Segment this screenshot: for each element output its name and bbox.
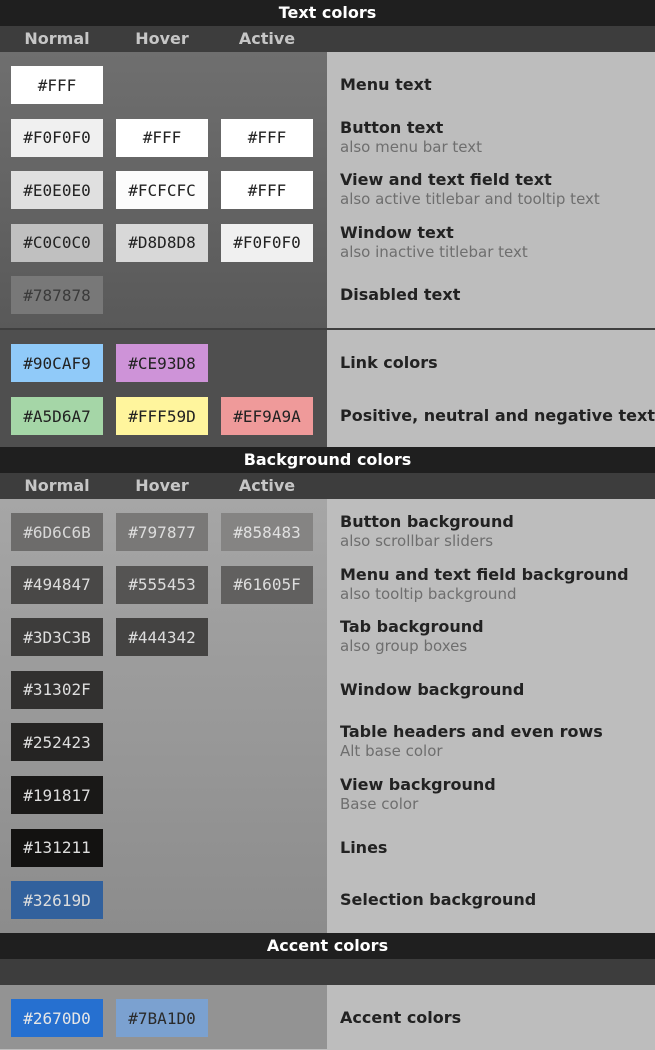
column-active: Active bbox=[238, 476, 296, 495]
color-swatch: #3D3C3B bbox=[11, 618, 103, 657]
row-label: View background Base color bbox=[340, 775, 496, 813]
row-label: Positive, neutral and negative text bbox=[340, 406, 655, 425]
color-swatch: #90CAF9 bbox=[11, 344, 103, 382]
color-swatch: #32619D bbox=[11, 881, 103, 920]
accent-colors-title: Accent colors bbox=[0, 933, 655, 959]
link-swatch-panel: #90CAF9 #CE93D8 #A5D6A7 #FFF59D #EF9A9A bbox=[0, 330, 327, 447]
row-label-title: Window background bbox=[340, 679, 525, 699]
color-swatch: #F0F0F0 bbox=[221, 223, 313, 262]
row-label: Table headers and even rows Alt base colo… bbox=[340, 722, 603, 760]
row-label-title: Table headers and even rows bbox=[340, 722, 603, 742]
text-colors-title: Text colors bbox=[0, 0, 655, 26]
row-label: Menu text bbox=[340, 75, 432, 94]
row-label-title: Menu and text field background bbox=[340, 564, 629, 584]
row-label: Selection background bbox=[340, 890, 536, 909]
row-label-subtitle: also tooltip background bbox=[340, 584, 517, 603]
row-label-subtitle: also group boxes bbox=[340, 637, 468, 656]
accent-colors-column-header bbox=[0, 959, 655, 985]
row-label-title: Selection background bbox=[340, 890, 537, 910]
text-label-panel: Menu text Button text also menu bar text Vi… bbox=[327, 52, 655, 328]
row-label-title: View and text field text bbox=[340, 170, 552, 189]
color-swatch: #FFF bbox=[11, 66, 103, 104]
row-label: Accent colors bbox=[340, 1008, 461, 1027]
color-swatch: #E0E0E0 bbox=[11, 171, 103, 209]
text-colors-block: #FFF #F0F0F0 #FFF #FFF #E0E0E0 #FCFCFC #FFF #C0… bbox=[0, 52, 655, 328]
row-label-title: Button text bbox=[340, 117, 444, 137]
color-swatch: #FFF bbox=[221, 118, 313, 157]
row-label-title: Positive, neutral and negative text bbox=[340, 406, 655, 425]
color-swatch: #A5D6A7 bbox=[11, 397, 103, 435]
row-label-title: Button background bbox=[340, 512, 514, 531]
accent-swatch-panel: #2670D0 #7BA1D0 bbox=[0, 985, 327, 1049]
background-swatch-panel: #6D6C6B #797877 #858483 #494847 #555453 #6160… bbox=[0, 499, 327, 933]
color-swatch: #555453 bbox=[116, 565, 208, 604]
row-label: Window background bbox=[340, 680, 524, 699]
row-label-title: Disabled text bbox=[340, 285, 461, 304]
text-colors-column-header: Normal Hover Active bbox=[0, 26, 655, 52]
background-colors-title: Background colors bbox=[0, 447, 655, 473]
color-swatch: #F0F0F0 bbox=[11, 118, 103, 157]
color-swatch: #D8D8D8 bbox=[116, 223, 208, 262]
row-label-subtitle: also active titlebar and tooltip text bbox=[340, 190, 600, 208]
color-swatch: #61605F bbox=[221, 565, 313, 604]
color-swatch: #FFF bbox=[221, 171, 313, 209]
row-label-subtitle: Alt base color bbox=[340, 742, 443, 761]
row-label-title: Tab background bbox=[340, 617, 484, 637]
color-swatch: #787878 bbox=[11, 276, 103, 314]
color-swatch: #CE93D8 bbox=[116, 344, 208, 382]
row-label-subtitle: Base color bbox=[340, 795, 419, 813]
row-label: Button background also scrollbar sliders bbox=[340, 512, 514, 550]
color-swatch: #797877 bbox=[116, 513, 208, 551]
color-swatch: #FCFCFC bbox=[116, 171, 208, 209]
color-swatch: #252423 bbox=[11, 723, 103, 762]
row-label: Window text also inactive titlebar text bbox=[340, 223, 528, 261]
column-normal: Normal bbox=[24, 476, 90, 495]
accent-label-panel: Accent colors bbox=[327, 985, 655, 1049]
background-colors-block: #6D6C6B #797877 #858483 #494847 #555453 #6160… bbox=[0, 499, 655, 933]
color-swatch: #FFF59D bbox=[116, 397, 208, 435]
row-label: Menu and text field background also toolt… bbox=[340, 565, 629, 603]
row-label: Lines bbox=[340, 838, 387, 857]
color-swatch: #858483 bbox=[221, 513, 313, 551]
color-swatch: #131211 bbox=[11, 828, 103, 867]
row-label-subtitle: also menu bar text bbox=[340, 137, 482, 156]
row-label-title: Lines bbox=[340, 837, 388, 857]
row-label-subtitle: also inactive titlebar text bbox=[340, 242, 528, 261]
column-hover: Hover bbox=[135, 476, 189, 495]
color-swatch: #EF9A9A bbox=[221, 397, 313, 435]
row-label: Tab background also group boxes bbox=[340, 617, 484, 655]
background-colors-column-header: Normal Hover Active bbox=[0, 473, 655, 499]
color-swatch: #7BA1D0 bbox=[116, 999, 208, 1037]
background-label-panel: Button background also scrollbar sliders M… bbox=[327, 499, 655, 933]
accent-colors-block: #2670D0 #7BA1D0 Accent colors bbox=[0, 985, 655, 1049]
color-swatch: #6D6C6B bbox=[11, 513, 103, 551]
row-label: Link colors bbox=[340, 353, 438, 372]
link-label-panel: Link colors Positive, neutral and negativ… bbox=[327, 330, 655, 447]
column-normal: Normal bbox=[24, 29, 90, 48]
column-active: Active bbox=[238, 29, 296, 48]
row-label-title: Accent colors bbox=[340, 1008, 462, 1027]
link-colors-block: #90CAF9 #CE93D8 #A5D6A7 #FFF59D #EF9A9A Link… bbox=[0, 330, 655, 447]
color-swatch: #444342 bbox=[116, 618, 208, 657]
color-swatch: #191817 bbox=[11, 776, 103, 814]
color-swatch: #2670D0 bbox=[11, 999, 103, 1037]
text-swatch-panel: #FFF #F0F0F0 #FFF #FFF #E0E0E0 #FCFCFC #FFF #C0… bbox=[0, 52, 327, 328]
color-swatch: #31302F bbox=[11, 670, 103, 709]
row-label-title: Menu text bbox=[340, 75, 432, 94]
row-label-title: View background bbox=[340, 775, 496, 794]
row-label-title: Link colors bbox=[340, 353, 438, 372]
row-label-title: Window text bbox=[340, 222, 454, 242]
color-swatch: #FFF bbox=[116, 118, 208, 157]
row-label: Button text also menu bar text bbox=[340, 118, 482, 156]
column-hover: Hover bbox=[135, 29, 189, 48]
color-swatch: #C0C0C0 bbox=[11, 223, 103, 262]
row-label: Disabled text bbox=[340, 285, 460, 304]
row-label: View and text field text also active titl… bbox=[340, 170, 600, 208]
color-swatch: #494847 bbox=[11, 565, 103, 604]
row-label-subtitle: also scrollbar sliders bbox=[340, 532, 494, 550]
